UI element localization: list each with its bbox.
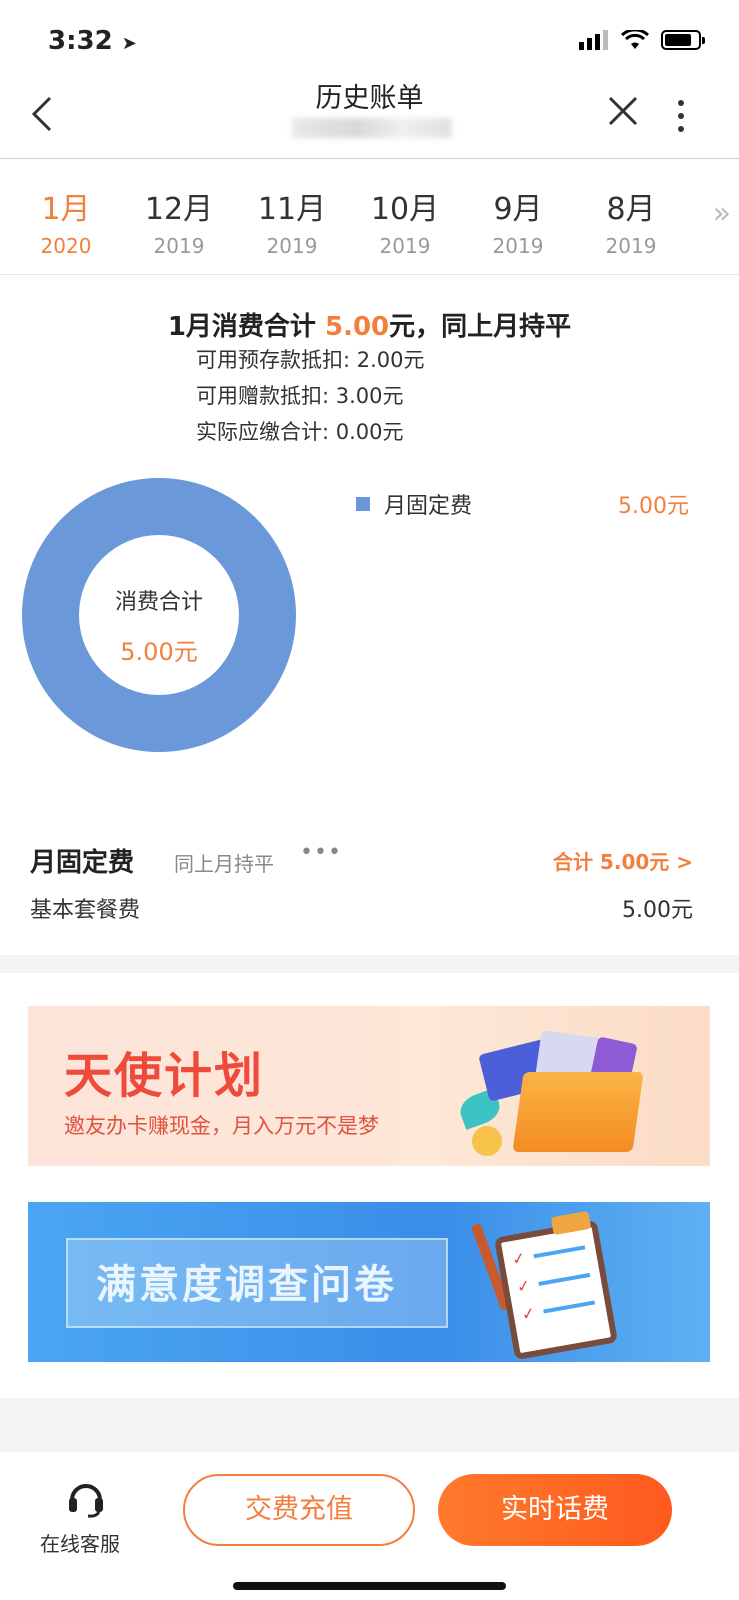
donut-center-label: 消费合计 (114, 590, 203, 615)
back-icon[interactable] (30, 96, 54, 138)
coin-illustration (472, 1126, 502, 1156)
section-divider (0, 1398, 739, 1452)
realtime-charges-button[interactable]: 实时话费 (438, 1474, 672, 1546)
section-divider (0, 955, 739, 973)
angel-plan-title: 天使计划 (64, 1048, 265, 1104)
headset-icon[interactable] (66, 1478, 106, 1518)
legend-color-swatch (356, 497, 370, 511)
fee-item-name: 基本套餐费 (30, 898, 141, 923)
online-service-label[interactable]: 在线客服 (40, 1528, 120, 1557)
actual-payable: 实际应缴合计: 0.00元 (196, 420, 404, 444)
check-icon: ✓ (510, 1247, 527, 1270)
status-icons (579, 30, 705, 50)
month-tab-2019-11[interactable]: 11月 2019 (242, 184, 342, 258)
fee-section-title: 月固定费 (30, 848, 135, 878)
blurred-account-number (292, 118, 452, 138)
donut-center-value: 5.00元 (120, 638, 198, 666)
check-icon: ✓ (520, 1303, 537, 1325)
year-label: 2019 (153, 234, 205, 258)
survey-title: 满意度调查问卷 (96, 1262, 397, 1308)
month-label: 11月 (257, 192, 327, 227)
clipboard-illustration: ✓ ✓ ✓ (494, 1219, 618, 1361)
month-label: 10月 (370, 192, 440, 227)
month-tab-2019-08[interactable]: 8月 2019 (581, 184, 681, 258)
cellular-signal-icon (579, 30, 608, 50)
year-label: 2019 (492, 234, 544, 258)
legend-value: 5.00元 (618, 494, 689, 519)
month-label: 1月 (41, 192, 91, 227)
fee-total-link[interactable]: 合计 5.00元 > (553, 846, 693, 875)
month-tab-2019-12[interactable]: 12月 2019 (129, 184, 229, 258)
bonus-deduction: 可用赠款抵扣: 3.00元 (196, 384, 404, 408)
month-tab-2019-09[interactable]: 9月 2019 (468, 184, 568, 258)
status-time: 3:32 ➤ (48, 26, 137, 56)
close-icon[interactable] (608, 96, 638, 132)
year-label: 2019 (379, 234, 431, 258)
year-label: 2020 (40, 234, 92, 258)
month-label: 9月 (493, 192, 543, 227)
fee-item-value: 5.00元 (622, 898, 693, 923)
year-label: 2019 (605, 234, 657, 258)
survey-banner[interactable]: 满意度调查问卷 ✓ ✓ ✓ (28, 1202, 710, 1362)
month-selector: 1月 2020 12月 2019 11月 2019 10月 2019 9月 20… (0, 158, 739, 275)
fee-comparison: 同上月持平 (174, 852, 274, 876)
more-options-icon[interactable] (678, 100, 684, 139)
wifi-icon (621, 30, 649, 49)
month-tab-2019-10[interactable]: 10月 2019 (355, 184, 455, 258)
prepaid-deduction: 可用预存款抵扣: 2.00元 (196, 348, 425, 372)
month-label: 12月 (144, 192, 214, 227)
summary-title: 1月消费合计 5.00元，同上月持平 (167, 312, 572, 342)
more-dots-icon[interactable]: ••• (300, 840, 342, 865)
battery-icon (661, 30, 705, 50)
home-indicator (233, 1582, 506, 1590)
month-label: 8月 (606, 192, 656, 227)
legend-label: 月固定费 (384, 494, 473, 519)
pay-recharge-button[interactable]: 交费充值 (183, 1474, 415, 1546)
angel-plan-subtitle: 邀友办卡赚现金，月入万元不是梦 (64, 1114, 379, 1138)
year-label: 2019 (266, 234, 318, 258)
check-icon: ✓ (515, 1275, 532, 1297)
month-tab-2020-01[interactable]: 1月 2020 (16, 184, 116, 258)
double-chevron-right-icon[interactable]: » (713, 196, 731, 231)
angel-plan-banner[interactable]: 天使计划 邀友办卡赚现金，月入万元不是梦 (28, 1006, 710, 1166)
gift-box-illustration (512, 1072, 644, 1152)
